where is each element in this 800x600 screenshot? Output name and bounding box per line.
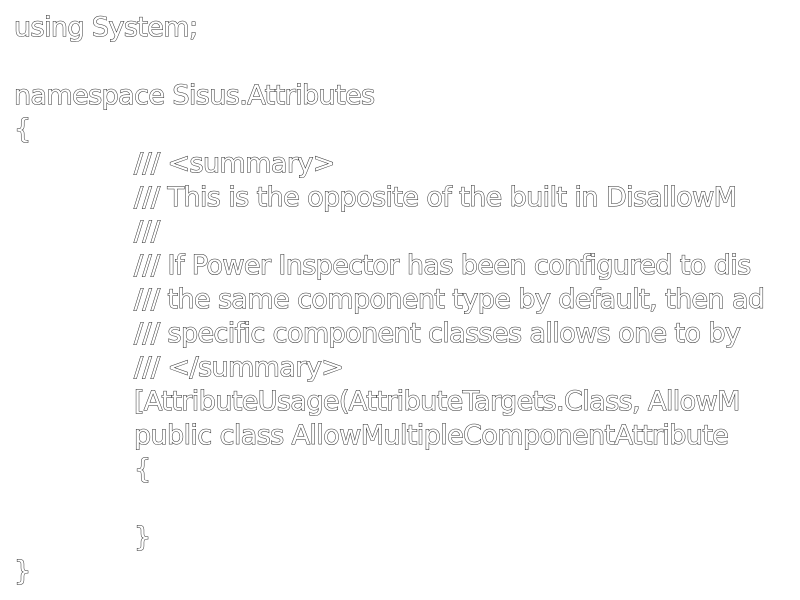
code-line-namespace: namespace Sisus.Attributes: [14, 80, 376, 112]
code-line-comment-3: /// If Power Inspector has been configur…: [134, 250, 752, 282]
code-line-comment-1: /// This is the opposite of the built in…: [133, 182, 737, 214]
code-line-comment-4: /// the same component type by default, …: [133, 284, 765, 316]
code-line-using: using System;: [14, 12, 199, 44]
code-line-attribute-usage: [AttributeUsage(AttributeTargets.Class, …: [134, 386, 741, 418]
code-line-comment-5: /// specific component classes allows on…: [133, 318, 741, 350]
code-line-summary-close: /// </summary>: [133, 352, 344, 384]
code-view: using System; namespace Sisus.Attributes…: [0, 0, 800, 600]
code-line-summary-open: /// <summary>: [134, 148, 336, 180]
code-line-class-declaration: public class AllowMultipleComponentAttri…: [133, 420, 729, 452]
code-line-namespace-close: }: [14, 556, 32, 588]
code-line-class-close: }: [134, 522, 152, 554]
code-line-comment-2: ///: [134, 216, 161, 248]
code-line-namespace-open: {: [14, 114, 32, 146]
code-line-class-open: {: [134, 454, 152, 486]
